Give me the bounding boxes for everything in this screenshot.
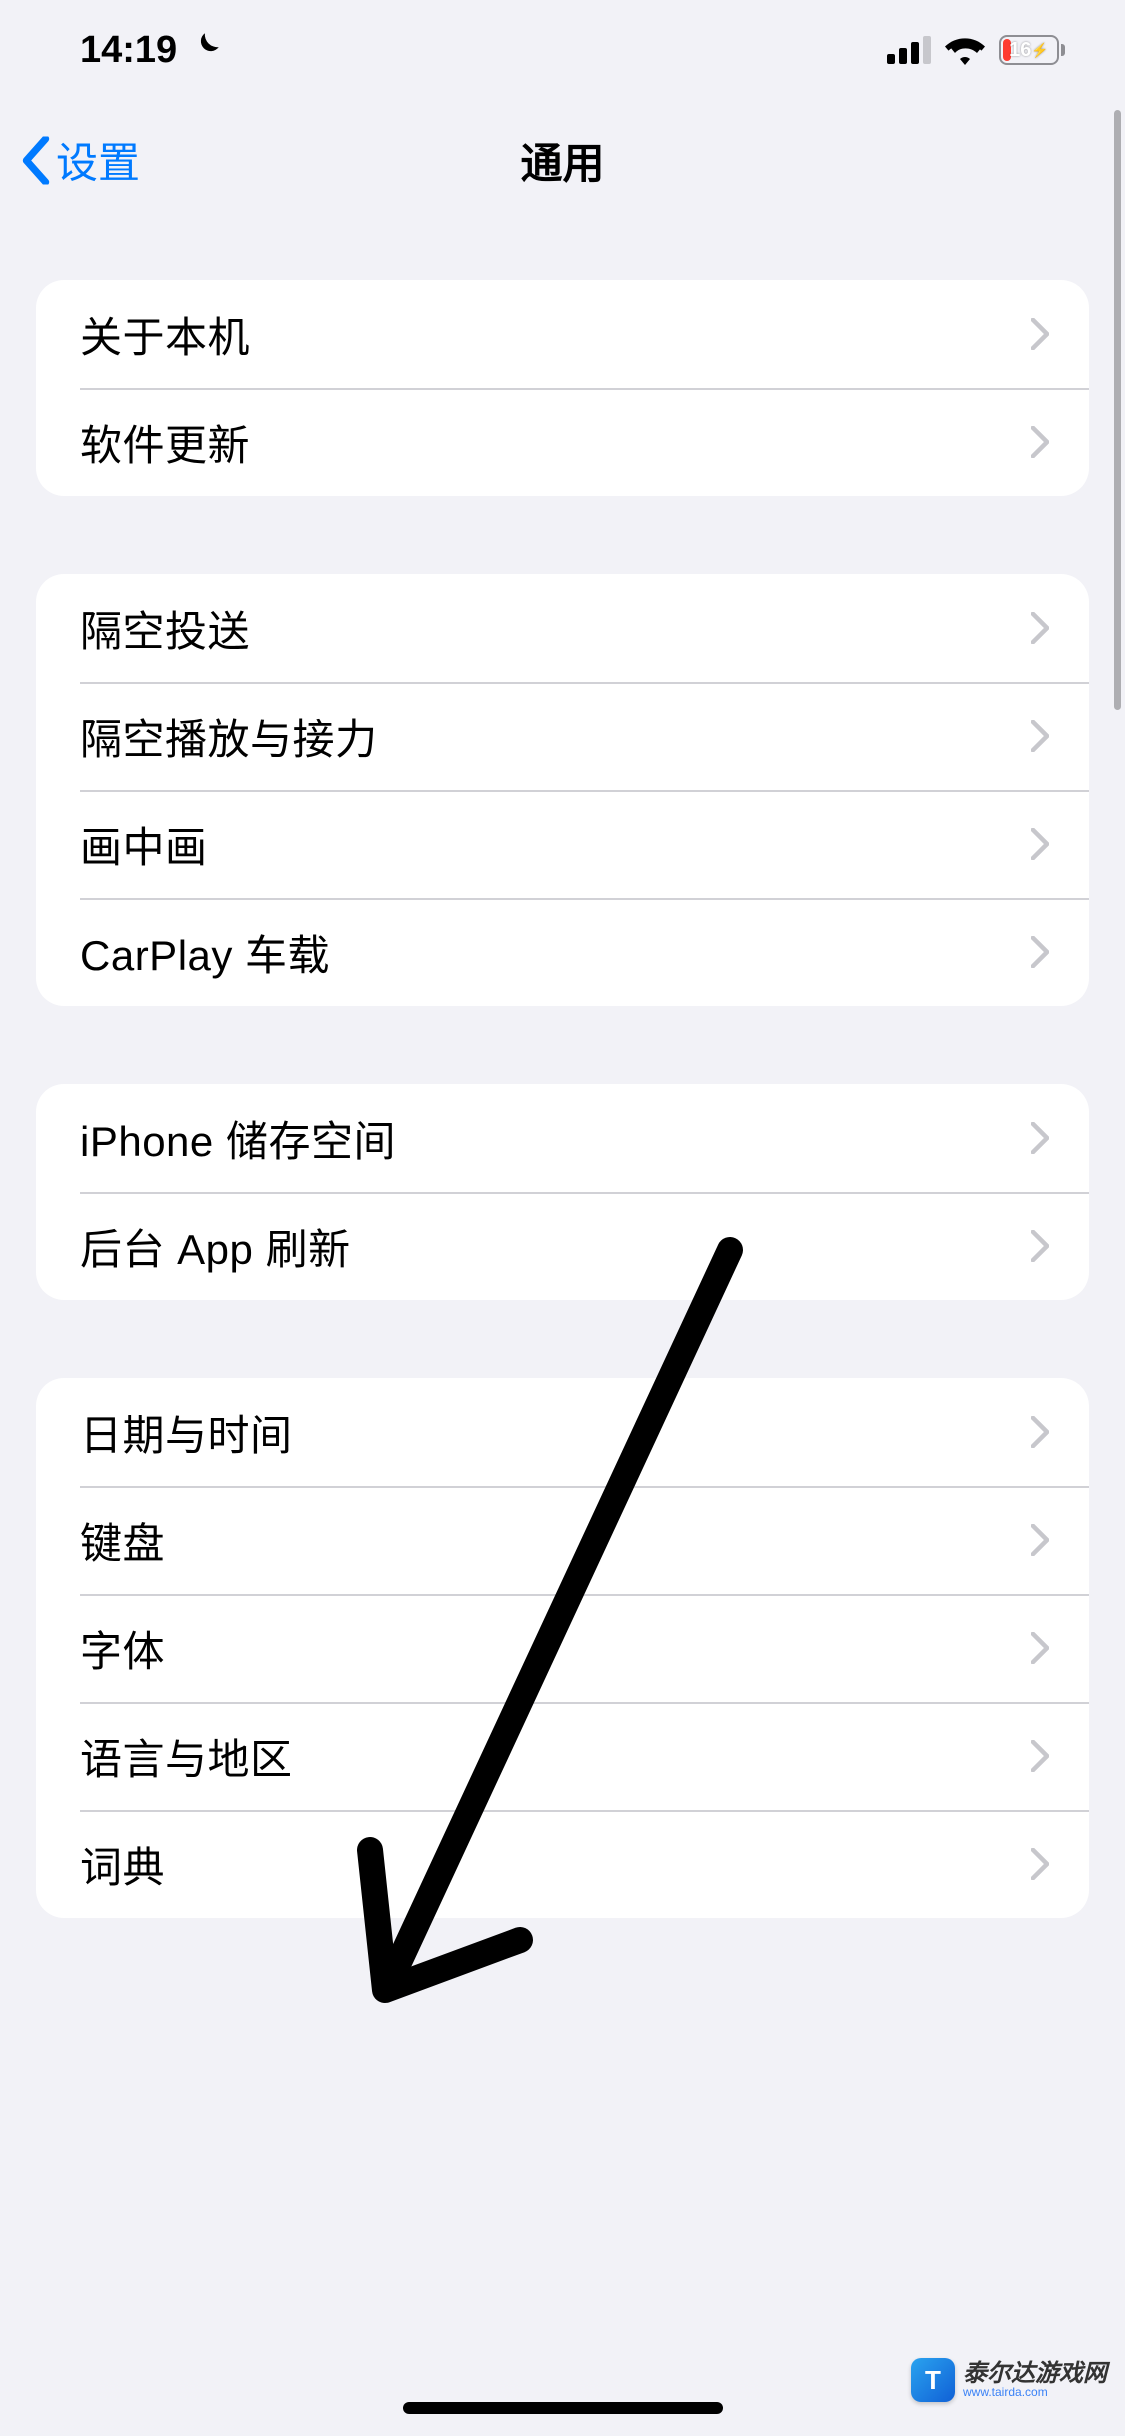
row-about[interactable]: 关于本机	[36, 280, 1089, 388]
chevron-right-icon	[1031, 426, 1049, 458]
settings-group-2: iPhone 储存空间 后台 App 刷新	[36, 1084, 1089, 1300]
row-label: CarPlay 车载	[80, 922, 330, 983]
row-dictionary[interactable]: 词典	[36, 1810, 1089, 1918]
watermark-badge-icon: T	[911, 2358, 955, 2402]
row-iphone-storage[interactable]: iPhone 储存空间	[36, 1084, 1089, 1192]
row-label: 画中画	[80, 814, 208, 875]
chevron-right-icon	[1031, 318, 1049, 350]
row-background-app-refresh[interactable]: 后台 App 刷新	[36, 1192, 1089, 1300]
chevron-right-icon	[1031, 612, 1049, 644]
back-button[interactable]: 设置	[20, 130, 140, 191]
scrollbar[interactable]	[1114, 110, 1121, 710]
chevron-right-icon	[1031, 1122, 1049, 1154]
row-carplay[interactable]: CarPlay 车载	[36, 898, 1089, 1006]
chevron-right-icon	[1031, 720, 1049, 752]
row-label: 键盘	[80, 1510, 165, 1571]
watermark: T 泰尔达游戏网 www.tairda.com	[911, 2358, 1107, 2402]
row-label: iPhone 储存空间	[80, 1108, 396, 1169]
chevron-right-icon	[1031, 936, 1049, 968]
status-left: 14:19	[80, 29, 223, 72]
status-right: 16⚡	[887, 35, 1065, 65]
settings-group-0: 关于本机 软件更新	[36, 280, 1089, 496]
settings-content: 关于本机 软件更新 隔空投送 隔空播放与接力 画中画 CarPlay 车载 iP…	[0, 220, 1125, 1918]
page-title: 通用	[520, 130, 604, 191]
chevron-right-icon	[1031, 1740, 1049, 1772]
back-label: 设置	[56, 130, 140, 191]
row-label: 日期与时间	[80, 1402, 293, 1463]
row-label: 关于本机	[80, 304, 250, 365]
chevron-right-icon	[1031, 1632, 1049, 1664]
row-fonts[interactable]: 字体	[36, 1594, 1089, 1702]
cellular-signal-icon	[887, 36, 931, 64]
row-airplay-handoff[interactable]: 隔空播放与接力	[36, 682, 1089, 790]
row-pip[interactable]: 画中画	[36, 790, 1089, 898]
row-label: 字体	[80, 1618, 165, 1679]
navigation-bar: 设置 通用	[0, 100, 1125, 220]
watermark-title: 泰尔达游戏网	[963, 2362, 1107, 2386]
status-time: 14:19	[80, 29, 177, 72]
row-software-update[interactable]: 软件更新	[36, 388, 1089, 496]
chevron-right-icon	[1031, 1848, 1049, 1880]
chevron-right-icon	[1031, 1524, 1049, 1556]
row-label: 语言与地区	[80, 1726, 293, 1787]
row-label: 词典	[80, 1834, 165, 1895]
row-date-time[interactable]: 日期与时间	[36, 1378, 1089, 1486]
row-keyboard[interactable]: 键盘	[36, 1486, 1089, 1594]
row-language-region[interactable]: 语言与地区	[36, 1702, 1089, 1810]
status-bar: 14:19 16⚡	[0, 0, 1125, 100]
do-not-disturb-icon	[189, 29, 223, 72]
chevron-right-icon	[1031, 1230, 1049, 1262]
battery-icon: 16⚡	[999, 35, 1065, 65]
row-label: 软件更新	[80, 412, 250, 473]
watermark-url: www.tairda.com	[963, 2386, 1107, 2398]
row-label: 隔空投送	[80, 598, 250, 659]
wifi-icon	[945, 35, 985, 65]
row-label: 隔空播放与接力	[80, 706, 378, 767]
chevron-right-icon	[1031, 1416, 1049, 1448]
settings-group-1: 隔空投送 隔空播放与接力 画中画 CarPlay 车载	[36, 574, 1089, 1006]
settings-group-3: 日期与时间 键盘 字体 语言与地区 词典	[36, 1378, 1089, 1918]
row-label: 后台 App 刷新	[80, 1216, 351, 1277]
chevron-left-icon	[20, 136, 52, 184]
row-airdrop[interactable]: 隔空投送	[36, 574, 1089, 682]
home-indicator[interactable]	[403, 2402, 723, 2414]
chevron-right-icon	[1031, 828, 1049, 860]
